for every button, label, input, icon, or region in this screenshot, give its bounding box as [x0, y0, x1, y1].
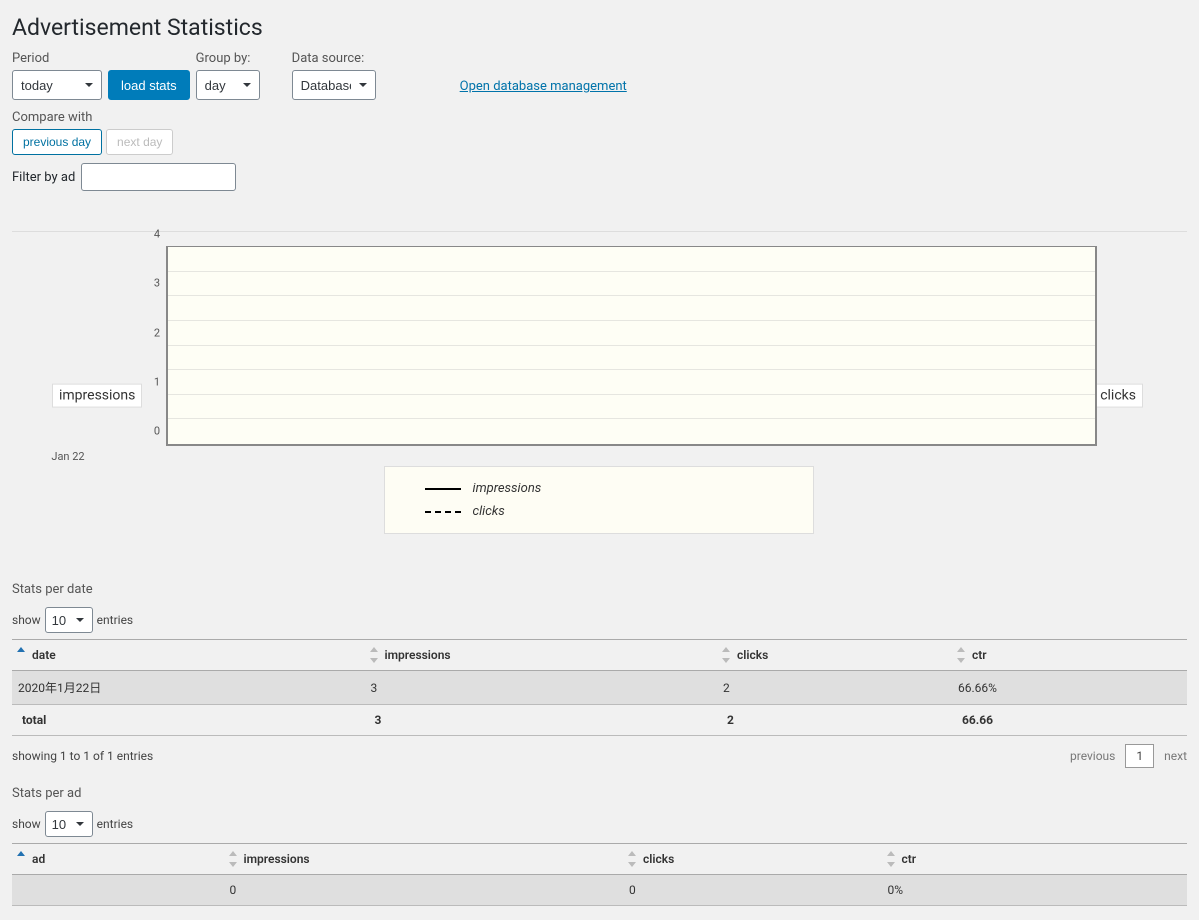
sort-icon: [954, 647, 968, 663]
filter-input[interactable]: [81, 163, 236, 191]
period-label: Period: [12, 51, 102, 66]
table-info: showing 1 to 1 of 1 entries: [12, 749, 153, 763]
legend-line-solid-icon: [425, 488, 461, 490]
datasource-select[interactable]: Database: [292, 70, 376, 100]
table-row: 0 0 0%: [12, 875, 1187, 906]
sort-asc-icon: [14, 647, 28, 663]
sort-icon: [625, 851, 639, 867]
col-ctr[interactable]: ctr: [952, 640, 1187, 671]
ytick: 2: [154, 326, 160, 339]
ytick: 0: [154, 425, 160, 438]
col-impressions[interactable]: impressions: [365, 640, 718, 671]
sort-icon: [719, 647, 733, 663]
entries-label: entries: [97, 613, 133, 627]
stats-per-ad-table: ad impressions clicks ctr 0 0 0%: [12, 843, 1187, 906]
ytick: 1: [154, 375, 160, 388]
stats-per-date-title: Stats per date: [12, 582, 1187, 597]
legend-line-dashed-icon: [425, 511, 461, 513]
period-select[interactable]: today: [12, 70, 102, 100]
chart: impressions clicks 0 1 2 3 4 Jan 22 impr…: [12, 231, 1187, 564]
stats-per-ad-title: Stats per ad: [12, 786, 1187, 801]
page-size-select[interactable]: 10: [45, 607, 93, 633]
table-total-row: total 3 2 66.66: [12, 705, 1187, 736]
filter-label: Filter by ad: [12, 170, 75, 185]
ytick: 3: [154, 277, 160, 290]
open-db-link[interactable]: Open database management: [460, 79, 627, 94]
groupby-select[interactable]: day: [196, 70, 260, 100]
sort-asc-icon: [14, 851, 28, 867]
pager-current[interactable]: 1: [1125, 744, 1154, 768]
col-date[interactable]: date: [12, 640, 365, 671]
left-axis-label: impressions: [52, 384, 142, 408]
sort-icon: [884, 851, 898, 867]
ytick: 4: [154, 228, 160, 241]
show-label: show: [12, 817, 41, 831]
pager-previous[interactable]: previous: [1070, 749, 1115, 763]
compare-label: Compare with: [12, 110, 92, 125]
legend-label: impressions: [473, 481, 542, 496]
legend-label: clicks: [473, 504, 505, 519]
stats-per-date-table: date impressions clicks ctr 2020年1月22日 3…: [12, 639, 1187, 736]
right-axis-label: clicks: [1093, 384, 1143, 408]
col-clicks[interactable]: clicks: [717, 640, 952, 671]
table-row: 2020年1月22日 3 2 66.66%: [12, 671, 1187, 705]
pager-next[interactable]: next: [1164, 749, 1187, 763]
controls-row: Period today load stats Group by: day Da…: [12, 51, 1187, 100]
entries-label: entries: [97, 817, 133, 831]
load-stats-button[interactable]: load stats: [108, 70, 190, 100]
previous-day-button[interactable]: previous day: [12, 129, 102, 155]
datasource-label: Data source:: [292, 51, 376, 66]
show-label: show: [12, 613, 41, 627]
next-day-button: next day: [106, 129, 173, 155]
plot-area: 0 1 2 3 4: [166, 246, 1097, 446]
sort-icon: [226, 851, 240, 867]
sort-icon: [367, 647, 381, 663]
chart-legend: impressions clicks: [384, 466, 814, 534]
page-title: Advertisement Statistics: [12, 14, 1187, 41]
xtick: Jan 22: [51, 450, 84, 463]
groupby-label: Group by:: [196, 51, 260, 66]
page-size-select[interactable]: 10: [45, 811, 93, 837]
